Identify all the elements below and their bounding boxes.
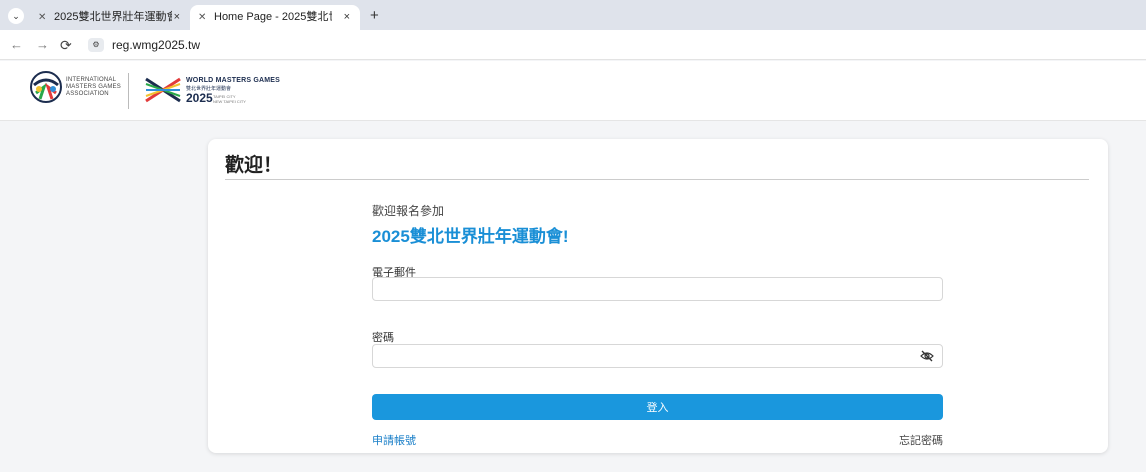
logo-divider <box>128 73 129 109</box>
imga-logo-icon <box>30 71 62 103</box>
reload-icon[interactable]: ⟳ <box>60 37 72 53</box>
imga-wordmark: INTERNATIONAL MASTERS GAMES ASSOCIATION <box>66 77 121 97</box>
password-field[interactable] <box>372 344 943 368</box>
tab-title: 2025雙北世界壯年運動會 - 首頁 <box>54 11 172 23</box>
tab-close-icon[interactable]: × <box>174 5 180 30</box>
browser-tab-strip: ⌄ ✕ 2025雙北世界壯年運動會 - 首頁 × ✕ Home Page - 202… <box>0 0 1146 30</box>
wmg-cities: TAIPEI CITY NEW TAIPEI CITY <box>213 94 246 104</box>
wmg-favicon-icon: ✕ <box>198 12 207 23</box>
wmg-favicon-icon: ✕ <box>38 12 47 23</box>
address-bar-row: ← → ⟳ ⚙ reg.wmg2025.tw <box>0 30 1146 60</box>
event-title: 2025雙北世界壯年運動會! <box>372 227 569 246</box>
back-arrow-icon[interactable]: ← <box>10 37 23 53</box>
new-tab-button[interactable]: + <box>370 8 379 24</box>
wmg-year: 2025 <box>186 91 213 105</box>
login-card: 歡迎！ 歡迎報名參加 2025雙北世界壯年運動會! 電子郵件 密碼 登入 申請帳… <box>208 139 1108 453</box>
title-divider <box>225 179 1089 180</box>
browser-tab-active[interactable]: ✕ Home Page - 2025雙北世界壯年運動會 × <box>190 5 360 30</box>
password-label: 密碼 <box>372 332 394 344</box>
register-link[interactable]: 申請帳號 <box>372 432 416 448</box>
url-field[interactable]: reg.wmg2025.tw <box>112 37 200 53</box>
wmg-title: WORLD MASTERS GAMES <box>186 77 281 84</box>
login-button[interactable]: 登入 <box>372 394 943 420</box>
page-title: 歡迎！ <box>225 155 283 176</box>
browser-tab[interactable]: ✕ 2025雙北世界壯年運動會 - 首頁 × <box>30 5 190 30</box>
eye-off-icon[interactable] <box>920 350 934 362</box>
tab-search-button[interactable]: ⌄ <box>8 8 24 24</box>
forward-arrow-icon[interactable]: → <box>36 37 49 53</box>
tab-close-icon[interactable]: × <box>344 5 350 30</box>
site-header: INTERNATIONAL MASTERS GAMES ASSOCIATION … <box>0 61 1146 121</box>
email-field[interactable] <box>372 277 943 301</box>
wmg-logo-icon <box>145 77 181 103</box>
forgot-password-link[interactable]: 忘記密碼 <box>899 432 943 448</box>
welcome-subtitle: 歡迎報名參加 <box>372 204 445 218</box>
tab-title: Home Page - 2025雙北世界壯年運動會 <box>214 11 332 23</box>
site-info-icon[interactable]: ⚙ <box>88 38 104 52</box>
